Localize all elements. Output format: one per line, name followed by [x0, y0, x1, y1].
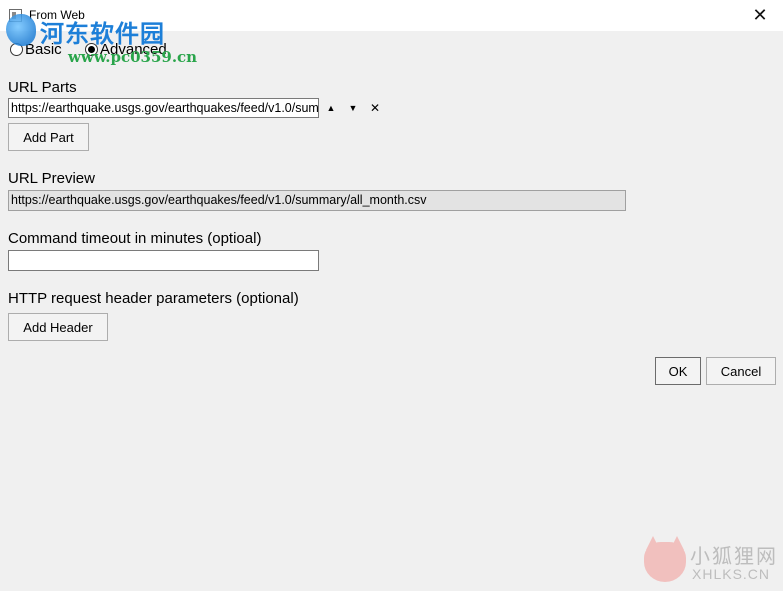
watermark-pc0359: 河东软件园 www.pc0359.cn [4, 10, 204, 70]
headers-label: HTTP request header parameters (optional… [8, 290, 299, 307]
remove-part-icon[interactable]: ✕ [367, 100, 383, 116]
timeout-label: Command timeout in minutes (optioal) [8, 230, 262, 247]
add-part-button[interactable]: Add Part [8, 123, 89, 151]
close-button[interactable]: ✕ [737, 0, 783, 31]
watermark-xhlks: 小狐狸网 XHLKS.CN [644, 536, 779, 586]
url-parts-label: URL Parts [8, 79, 77, 96]
cancel-button[interactable]: Cancel [706, 357, 776, 385]
watermark-cn-text: 河东软件园 [40, 19, 165, 48]
add-header-button[interactable]: Add Header [8, 313, 108, 341]
watermark-cn-text-2: 小狐狸网 [690, 546, 778, 568]
timeout-input[interactable] [8, 250, 319, 271]
move-up-icon[interactable]: ▲ [323, 100, 339, 116]
move-down-icon[interactable]: ▼ [345, 100, 361, 116]
url-preview-label: URL Preview [8, 170, 95, 187]
fox-logo-icon [644, 536, 686, 582]
url-preview-field: https://earthquake.usgs.gov/earthquakes/… [8, 190, 626, 211]
watermark-url-text: www.pc0359.cn [68, 48, 198, 66]
watermark-url-text-2: XHLKS.CN [692, 566, 771, 582]
url-part-input[interactable]: https://earthquake.usgs.gov/earthquakes/… [8, 98, 319, 118]
watermark-logo-icon [6, 14, 36, 46]
ok-button[interactable]: OK [655, 357, 701, 385]
